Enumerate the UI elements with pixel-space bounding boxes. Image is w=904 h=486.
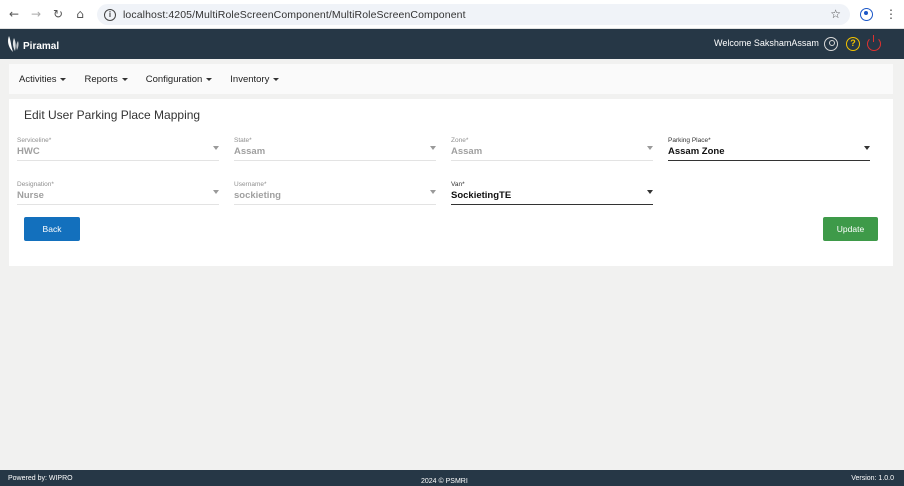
field-underline [17, 160, 219, 161]
url-text[interactable]: localhost:4205/MultiRoleScreenComponent/… [123, 9, 466, 21]
username-select: Username* sockieting [234, 181, 436, 205]
back-arrow-icon[interactable]: ← [6, 6, 22, 22]
field-underline [451, 203, 653, 205]
username-label: Username* [234, 181, 267, 188]
serviceline-select: Serviceline* HWC [17, 137, 219, 161]
dropdown-arrow-icon [647, 146, 653, 150]
parking-place-value: Assam Zone [668, 146, 725, 157]
menu-reports[interactable]: Reports [84, 73, 128, 85]
menu-inventory[interactable]: Inventory [230, 73, 280, 85]
reload-icon[interactable]: ↻ [50, 6, 66, 22]
help-icon[interactable]: ? [846, 37, 860, 51]
dropdown-arrow-icon [430, 146, 436, 150]
state-value: Assam [234, 146, 266, 157]
zone-select: Zone* Assam [451, 137, 653, 161]
state-label: State* [234, 137, 252, 144]
serviceline-value: HWC [17, 146, 40, 157]
caret-down-icon [60, 77, 67, 81]
version-text: Version: 1.0.0 [851, 475, 894, 482]
menu-configuration[interactable]: Configuration [146, 74, 213, 85]
van-value: SockietingTE [451, 190, 512, 201]
bookmark-star-icon[interactable]: ☆ [830, 7, 841, 21]
parking-place-select[interactable]: Parking Place* Assam Zone [668, 137, 870, 161]
app-footer: Powered by: WIPRO 2024 © PSMRI Version: … [0, 470, 904, 486]
browser-menu-icon[interactable]: ⋮ [885, 7, 897, 21]
designation-select: Designation* Nurse [17, 181, 219, 205]
menu-activities[interactable]: Activities [19, 73, 67, 85]
field-underline [234, 204, 436, 205]
site-info-icon[interactable]: i [104, 8, 116, 21]
van-select[interactable]: Van* SockietingTE [451, 181, 653, 205]
address-bar[interactable]: i localhost:4205/MultiRoleScreenComponen… [97, 4, 850, 25]
dropdown-arrow-icon[interactable] [864, 146, 870, 150]
menu-label: Inventory [230, 73, 270, 85]
state-select: State* Assam [234, 137, 436, 161]
home-icon[interactable]: ⌂ [72, 6, 88, 22]
piramal-logo-icon [8, 36, 19, 52]
caret-down-icon [273, 77, 280, 81]
serviceline-label: Serviceline* [17, 137, 52, 144]
back-button[interactable]: Back [24, 217, 80, 241]
menu-label: Configuration [145, 73, 203, 85]
update-button[interactable]: Update [823, 217, 878, 241]
designation-value: Nurse [17, 190, 44, 201]
zone-label: Zone* [451, 137, 469, 144]
powered-by-text: Powered by: WIPRO [8, 475, 73, 482]
designation-label: Designation* [17, 181, 54, 188]
field-underline [451, 160, 653, 161]
parking-place-label: Parking Place* [668, 137, 711, 144]
piramal-logo: Piramal [6, 34, 59, 54]
field-underline [234, 160, 436, 161]
welcome-text: Welcome SakshamAssam [714, 38, 819, 48]
caret-down-icon [121, 77, 128, 81]
van-label: Van* [451, 181, 465, 188]
dropdown-arrow-icon [213, 146, 219, 150]
zone-value: Assam [451, 146, 483, 157]
page-title: Edit User Parking Place Mapping [24, 108, 201, 122]
logout-power-icon[interactable] [867, 35, 881, 51]
dropdown-arrow-icon [430, 190, 436, 194]
field-underline [17, 204, 219, 205]
brand-name: Piramal [23, 40, 60, 52]
user-profile-icon[interactable] [824, 37, 838, 51]
main-menu: Activities Reports Configuration Invento… [9, 64, 893, 94]
username-value: sockieting [234, 190, 281, 201]
copyright-text: 2024 © PSMRI [421, 478, 468, 485]
menu-label: Reports [84, 73, 118, 85]
app-header: Piramal Welcome SakshamAssam ? [0, 29, 904, 59]
field-underline [668, 159, 870, 161]
forward-arrow-icon[interactable]: → [28, 6, 44, 22]
dropdown-arrow-icon [213, 190, 219, 194]
browser-profile-icon[interactable] [860, 8, 873, 21]
menu-label: Activities [19, 73, 57, 85]
edit-mapping-card: Edit User Parking Place Mapping Servicel… [9, 99, 893, 266]
caret-down-icon [206, 77, 213, 81]
dropdown-arrow-icon[interactable] [647, 190, 653, 194]
browser-toolbar: ← → ↻ ⌂ i localhost:4205/MultiRoleScreen… [0, 0, 904, 29]
